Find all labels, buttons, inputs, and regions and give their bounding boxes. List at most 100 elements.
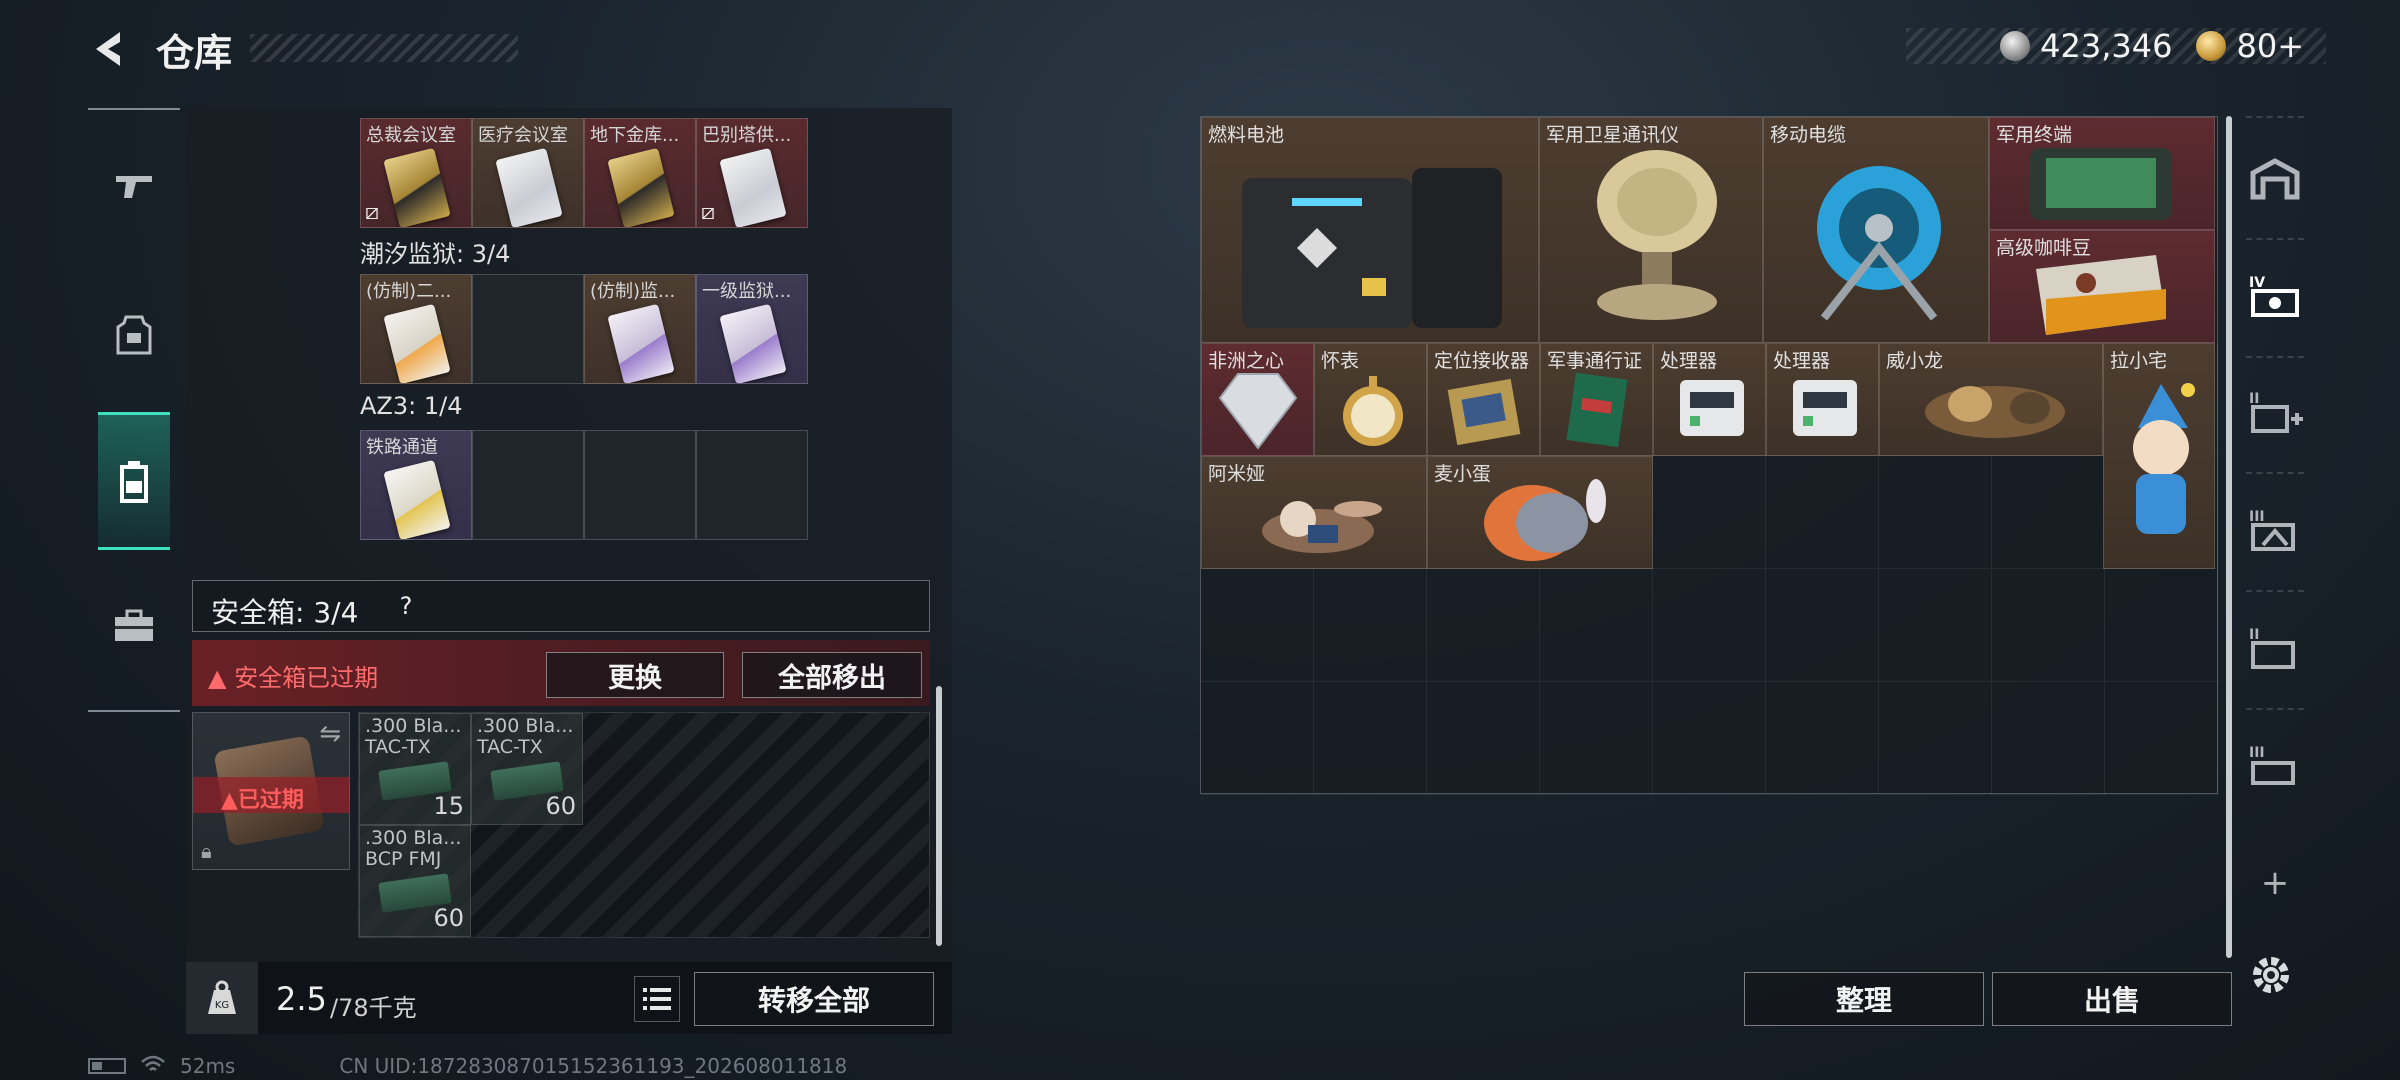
sell-button[interactable]: 出售: [1992, 972, 2232, 1026]
empty-slot[interactable]: [584, 430, 696, 540]
stash-item-military-pass[interactable]: 军事通行证: [1540, 343, 1653, 456]
stash-grid-cell[interactable]: [1879, 456, 1992, 569]
keycard-slot[interactable]: 地下金库...: [584, 118, 696, 228]
nav-armor[interactable]: [96, 298, 172, 374]
stash-grid-cell[interactable]: [1879, 569, 1992, 682]
stash-item-figure[interactable]: 拉小宅: [2103, 343, 2215, 569]
weight-max: /78千克: [330, 994, 417, 1022]
ammo-quantity: 15: [433, 792, 464, 820]
stash-item-coffee[interactable]: 高级咖啡豆: [1989, 230, 2215, 343]
ammo-item[interactable]: .300 Bla... BCP FMJ 60: [359, 825, 471, 937]
stash-item-diamond[interactable]: 非洲之心: [1201, 343, 1314, 456]
stash-item-terminal[interactable]: 军用终端: [1989, 117, 2215, 230]
warning-icon: ▲: [208, 664, 235, 692]
stash-grid-cell[interactable]: [1314, 569, 1427, 682]
keycard-slot[interactable]: 巴别塔供... ⧄: [696, 118, 808, 228]
help-icon[interactable]: ?: [389, 589, 423, 623]
stash-item-receiver[interactable]: 定位接收器: [1427, 343, 1540, 456]
list-view-button[interactable]: [634, 976, 680, 1022]
stash-grid-cell[interactable]: [1992, 682, 2105, 795]
stash-grid-cell[interactable]: [1879, 682, 1992, 795]
nav-case[interactable]: [96, 588, 172, 664]
tab-stash-all[interactable]: [2242, 146, 2308, 212]
battery-icon: [88, 1058, 126, 1074]
inventory-scrollbar[interactable]: [936, 686, 942, 946]
stash-grid-cell[interactable]: [1766, 569, 1879, 682]
stash-scrollbar[interactable]: [2226, 116, 2232, 958]
stash-grid-cell[interactable]: [1992, 569, 2105, 682]
stash-item-plush-rabbit[interactable]: 阿米娅: [1201, 456, 1427, 569]
back-arrow-icon: [96, 32, 120, 66]
nav-backpack[interactable]: [98, 412, 170, 550]
stash-grid-cell[interactable]: [1540, 682, 1653, 795]
stash-grid-cell[interactable]: [1540, 569, 1653, 682]
tab-stash-add[interactable]: II: [2242, 378, 2308, 444]
add-tab-button[interactable]: +: [2242, 850, 2308, 916]
stash-grid-cell[interactable]: [1201, 569, 1314, 682]
replace-button[interactable]: 更换: [546, 652, 724, 698]
stash-grid-cell[interactable]: [1201, 682, 1314, 795]
stash-grid-cell[interactable]: [2105, 682, 2218, 795]
keycard-slot[interactable]: 铁路通道: [360, 430, 472, 540]
stash-item-pocket-watch[interactable]: 怀表: [1314, 343, 1427, 456]
tab-stash-1[interactable]: III: [2242, 732, 2308, 798]
stash-item-processor[interactable]: 处理器: [1766, 343, 1879, 456]
keycard-white-icon: [495, 147, 563, 227]
nav-divider: [88, 710, 180, 712]
empty-slot[interactable]: [472, 430, 584, 540]
sort-button[interactable]: 整理: [1744, 972, 1984, 1026]
stash-grid-cell[interactable]: [1653, 569, 1766, 682]
stash-grid-cell[interactable]: [1427, 682, 1540, 795]
stash-grid-cell[interactable]: [2105, 569, 2218, 682]
plush-rabbit-icon: [1262, 501, 1382, 553]
keycard-slot[interactable]: (仿制)二...: [360, 274, 472, 384]
stash-grid-cell[interactable]: [1766, 682, 1879, 795]
tab-stash-3[interactable]: III: [2242, 496, 2308, 562]
stash-item-egg-figure[interactable]: 麦小蛋: [1427, 456, 1653, 569]
stash-grid-cell[interactable]: [1314, 682, 1427, 795]
empty-slot[interactable]: [472, 274, 584, 384]
move-all-out-button[interactable]: 全部移出: [742, 652, 922, 698]
nav-weapons[interactable]: [96, 148, 172, 224]
stash-grid-cell[interactable]: [1992, 456, 2105, 569]
stash-item-dragon-figure[interactable]: 威小龙: [1879, 343, 2103, 456]
svg-text:II: II: [2249, 627, 2259, 643]
keycard-slot[interactable]: 医疗会议室: [472, 118, 584, 228]
stash-item-processor[interactable]: 处理器: [1653, 343, 1766, 456]
stash-page-iii-icon: III: [2249, 509, 2295, 551]
tab-stash-4[interactable]: IV: [2242, 262, 2308, 328]
ammo-item[interactable]: .300 Bla... TAC-TX 15: [359, 713, 471, 825]
keycard-gold-icon: [383, 147, 451, 227]
keycard-slot[interactable]: (仿制)监...: [584, 274, 696, 384]
empty-slot[interactable]: [696, 430, 808, 540]
stash-grid-cell[interactable]: [1653, 682, 1766, 795]
back-button[interactable]: [86, 26, 132, 72]
stash-grid-cell[interactable]: [1653, 456, 1766, 569]
expired-label-text: 已过期: [237, 788, 304, 813]
tab-divider: [2246, 590, 2304, 592]
slot-name: 铁路通道: [366, 437, 438, 458]
satellite-icon: [1597, 150, 1717, 320]
item-name: 阿米娅: [1208, 463, 1266, 485]
ammo-name: .300 Bla... BCP FMJ: [365, 827, 462, 870]
gold-balance[interactable]: 80+: [2236, 27, 2304, 65]
keycard-slot[interactable]: 总裁会议室 ⧄: [360, 118, 472, 228]
ammo-quantity: 60: [433, 904, 464, 932]
stash-item-satellite[interactable]: 军用卫星通讯仪: [1539, 117, 1763, 343]
stash-grid-cell[interactable]: [1766, 456, 1879, 569]
tab-divider: [2246, 472, 2304, 474]
item-name: 麦小蛋: [1434, 463, 1492, 485]
swap-icon[interactable]: ⇋: [319, 719, 341, 749]
stash-grid-cell[interactable]: [1427, 569, 1540, 682]
fuel-cell-icon: [1242, 168, 1502, 328]
safe-box-tile[interactable]: ▲已过期 ⇋ 🔒︎: [192, 712, 350, 870]
transfer-all-button[interactable]: 转移全部: [694, 972, 934, 1026]
settings-button[interactable]: [2248, 952, 2294, 998]
stash-item-fuel-cell[interactable]: 燃料电池: [1201, 117, 1539, 343]
ammo-item[interactable]: .300 Bla... TAC-TX 60: [471, 713, 583, 825]
terminal-icon: [2030, 148, 2172, 220]
tab-stash-2[interactable]: II: [2242, 614, 2308, 680]
page-title: 仓库: [156, 31, 233, 75]
stash-item-cable[interactable]: 移动电缆: [1763, 117, 1989, 343]
keycard-slot[interactable]: 一级监狱...: [696, 274, 808, 384]
